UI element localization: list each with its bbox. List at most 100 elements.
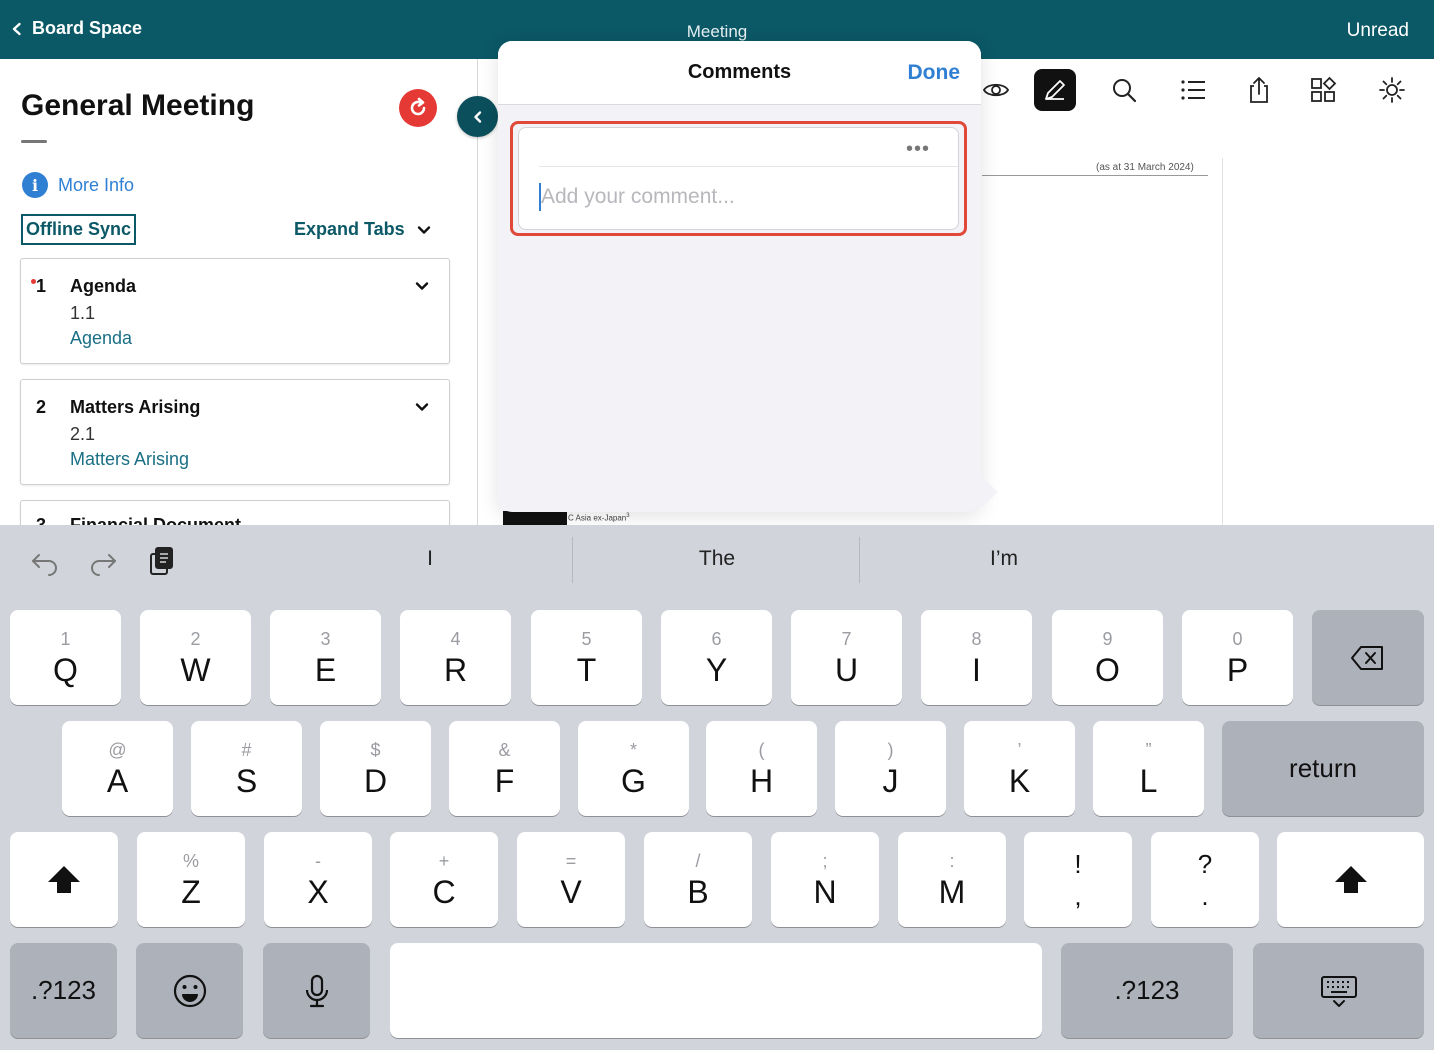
key-l[interactable]: ” L (1093, 721, 1204, 816)
key-comma[interactable]: !, (1024, 832, 1132, 927)
undo-icon (32, 554, 57, 576)
paste-button[interactable] (143, 543, 179, 579)
key-n[interactable]: ; N (771, 832, 879, 927)
agenda-document-link[interactable]: Matters Arising (70, 449, 189, 470)
delete-key[interactable] (1312, 610, 1424, 705)
more-options-icon[interactable]: ••• (906, 138, 930, 161)
search-icon (1113, 79, 1137, 103)
key-e[interactable]: 3E (270, 610, 381, 705)
key-j[interactable]: ) J (835, 721, 946, 816)
key-g[interactable]: * G (578, 721, 689, 816)
collapse-sidebar-button[interactable] (457, 96, 498, 137)
space-key[interactable] (390, 943, 1042, 1038)
backspace-icon (1351, 645, 1383, 670)
agenda-item-number: 1 (36, 276, 47, 296)
keyboard-dismiss-icon (1320, 975, 1357, 1007)
refresh-button[interactable] (399, 89, 437, 127)
key-b[interactable]: / B (644, 832, 752, 927)
more-info-label: More Info (58, 174, 135, 195)
emoji-icon (173, 974, 206, 1007)
top-center-title: Meeting (686, 22, 748, 41)
document-rule (982, 175, 1208, 176)
eye-icon (982, 83, 1010, 97)
brightness-button[interactable] (1371, 69, 1413, 111)
return-key[interactable]: return (1222, 721, 1424, 816)
agenda-item-number: 3 (36, 515, 47, 525)
document-note: (as at 31 March 2024) (1096, 162, 1194, 173)
comment-input[interactable] (541, 180, 941, 214)
agenda-item-title: Financial Document (70, 515, 242, 525)
key-t[interactable]: 5T (531, 610, 642, 705)
numbers-key-left[interactable]: .?123 (10, 943, 117, 1038)
document-small-text: C Asia ex-Japan3 (568, 513, 630, 523)
agenda-sub-number: 1.1 (70, 303, 96, 323)
key-h[interactable]: (H (706, 721, 817, 816)
agenda-sub-number: 2.1 (70, 424, 96, 444)
expand-tabs-button[interactable]: Expand Tabs (294, 219, 431, 240)
key-s[interactable]: # S (191, 721, 302, 816)
key-f[interactable]: & F (449, 721, 560, 816)
suggestion-divider (572, 537, 573, 583)
offline-sync-button[interactable]: Offline Sync (21, 214, 137, 245)
microphone-icon (305, 974, 328, 1007)
outline-button[interactable] (1172, 69, 1214, 111)
info-icon: i (22, 172, 48, 198)
key-a[interactable]: @ A (62, 721, 173, 816)
key-m[interactable]: :M (898, 832, 1006, 927)
key-x[interactable]: -X (264, 832, 372, 927)
keyboard-toolbar: I The I’m (0, 525, 1434, 597)
annotate-button[interactable] (1034, 69, 1076, 111)
key-k[interactable]: ’ K (964, 721, 1075, 816)
key-d[interactable]: $ D (320, 721, 431, 816)
shift-key-right[interactable] (1277, 832, 1424, 927)
refresh-icon (410, 97, 426, 116)
comment-card: ••• (518, 127, 959, 230)
key-u[interactable]: 7U (791, 610, 902, 705)
redo-button[interactable] (85, 543, 121, 579)
key-y[interactable]: 6Y (661, 610, 772, 705)
search-button[interactable] (1103, 69, 1145, 111)
unread-button[interactable]: Unread (1347, 20, 1409, 42)
title-underline (21, 140, 47, 143)
dictation-key[interactable] (263, 943, 370, 1038)
suggestion-3[interactable]: I’m (954, 547, 1054, 571)
comments-popover: Comments Done ••• (498, 41, 998, 512)
done-button[interactable]: Done (908, 61, 961, 85)
suggestion-2[interactable]: The (667, 547, 767, 571)
undo-button[interactable] (27, 543, 63, 579)
comment-divider (539, 166, 958, 167)
dismiss-keyboard-key[interactable] (1253, 943, 1424, 1038)
numbers-key-right[interactable]: .?123 (1061, 943, 1233, 1038)
agenda-item-title: Agenda (70, 276, 137, 296)
shift-key-left[interactable] (10, 832, 118, 927)
chevron-left-icon (473, 110, 481, 123)
key-v[interactable]: = V (517, 832, 625, 927)
key-c[interactable]: + C (390, 832, 498, 927)
agenda-item-title: Matters Arising (70, 397, 201, 417)
key-period[interactable]: ?. (1151, 832, 1259, 927)
list-icon (1181, 80, 1205, 100)
chevron-down-icon (417, 225, 430, 234)
suggestion-divider (859, 537, 860, 583)
key-p[interactable]: 0P (1182, 610, 1293, 705)
chevron-down-icon[interactable] (415, 279, 429, 293)
key-o[interactable]: 9O (1052, 610, 1163, 705)
key-q[interactable]: 1Q (10, 610, 121, 705)
emoji-key[interactable] (136, 943, 243, 1038)
key-z[interactable]: % Z (137, 832, 245, 927)
apps-button[interactable] (1302, 69, 1344, 111)
share-button[interactable] (1238, 69, 1280, 111)
view-mode-button[interactable] (975, 69, 1017, 111)
more-info-link[interactable]: i More Info (22, 172, 134, 198)
chevron-down-icon[interactable] (415, 400, 429, 414)
agenda-item-1[interactable]: 1 Agenda 1.1 Agenda (20, 258, 450, 364)
agenda-document-link[interactable]: Agenda (70, 328, 132, 349)
key-r[interactable]: 4R (400, 610, 511, 705)
suggestion-1[interactable]: I (380, 547, 480, 571)
agenda-item-2[interactable]: 2 Matters Arising 2.1 Matters Arising (20, 379, 450, 485)
agenda-item-3[interactable]: 3 Financial Document (20, 500, 450, 525)
key-w[interactable]: 2W (140, 610, 251, 705)
on-screen-keyboard: I The I’m 1Q 2W 3E 4R 5T 6Y 7U 8I 9O 0P … (0, 525, 1434, 1050)
shift-icon (1334, 865, 1367, 893)
key-i[interactable]: 8I (921, 610, 1032, 705)
